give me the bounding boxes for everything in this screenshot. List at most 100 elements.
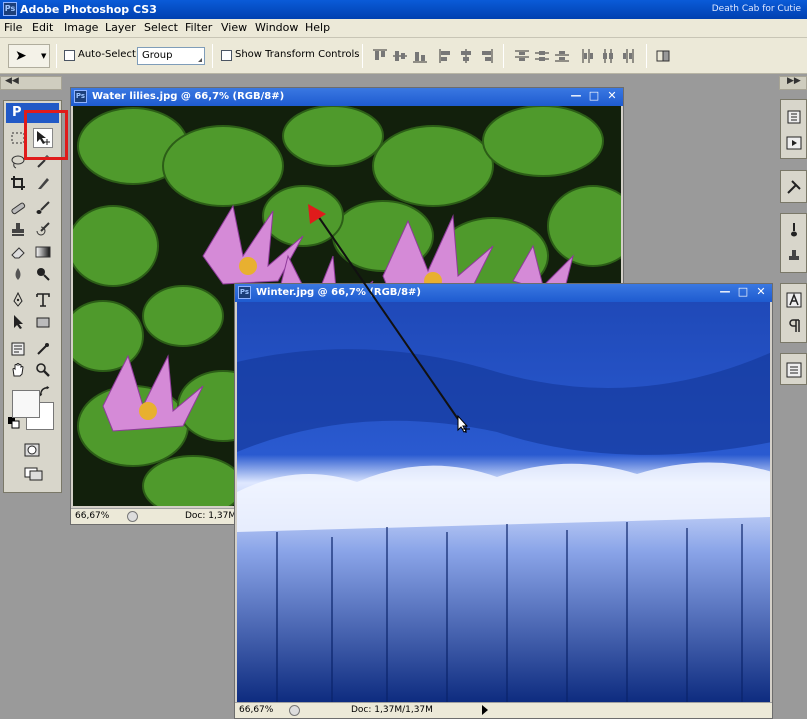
- clone-source-panel-button[interactable]: [784, 246, 804, 266]
- document-title: Winter.jpg @ 66,7% (RGB/8#): [256, 287, 421, 298]
- close-icon[interactable]: ✕: [754, 286, 768, 299]
- paragraph-panel-button[interactable]: [784, 316, 804, 336]
- maximize-icon[interactable]: □: [587, 90, 601, 103]
- distribute-top-icon[interactable]: [514, 48, 530, 64]
- healing-brush-tool[interactable]: [8, 198, 28, 218]
- character-icon: [786, 292, 802, 308]
- right-panel-group-tools: [780, 170, 807, 203]
- menu-view[interactable]: View: [221, 21, 247, 34]
- history-panel-button[interactable]: [784, 107, 804, 127]
- document-title-bar[interactable]: Ps Water lilies.jpg @ 66,7% (RGB/8#) — □…: [71, 88, 623, 106]
- distribute-vcenter-icon[interactable]: [534, 48, 550, 64]
- pen-tool[interactable]: [8, 290, 28, 310]
- menu-image[interactable]: Image: [64, 21, 98, 34]
- zoom-tool[interactable]: [33, 360, 53, 380]
- eraser-tool[interactable]: [8, 242, 28, 262]
- tool-preset-picker[interactable]: ➤ ▼: [8, 44, 50, 68]
- default-colors-icon[interactable]: [8, 417, 20, 429]
- dodge-tool[interactable]: [33, 264, 53, 284]
- type-tool[interactable]: [33, 290, 53, 310]
- distribute-right-icon[interactable]: [620, 48, 636, 64]
- menu-layer[interactable]: Layer: [105, 21, 136, 34]
- document-title-bar[interactable]: Ps Winter.jpg @ 66,7% (RGB/8#) — □ ✕: [235, 284, 772, 302]
- blur-tool[interactable]: [8, 264, 28, 284]
- status-play-icon[interactable]: [482, 705, 488, 715]
- notes-tool[interactable]: [8, 339, 28, 359]
- app-title: Adobe Photoshop CS3: [20, 3, 157, 16]
- show-transform-checkbox[interactable]: [221, 50, 232, 61]
- status-menu-icon[interactable]: [127, 511, 138, 522]
- slice-tool[interactable]: [33, 173, 53, 193]
- brush-tool[interactable]: [33, 198, 53, 218]
- window-right-title: Death Cab for Cutie: [711, 4, 801, 14]
- zoom-level[interactable]: 66,67%: [75, 511, 109, 521]
- crop-tool[interactable]: [8, 173, 28, 193]
- path-selection-tool[interactable]: [8, 312, 28, 332]
- auto-select-checkbox[interactable]: [64, 50, 75, 61]
- clone-stamp-tool[interactable]: [8, 219, 28, 239]
- zoom-level[interactable]: 66,67%: [239, 705, 273, 715]
- layer-comps-panel-button[interactable]: [784, 360, 804, 380]
- marquee-tool[interactable]: [8, 128, 28, 148]
- photoshop-doc-icon: Ps: [74, 90, 87, 103]
- document-window-winter[interactable]: Ps Winter.jpg @ 66,7% (RGB/8#) — □ ✕ 66,…: [234, 283, 773, 719]
- pen-icon: [13, 292, 23, 307]
- quick-mask-button[interactable]: [22, 440, 42, 460]
- auto-select-dropdown[interactable]: Group: [137, 47, 205, 65]
- magic-wand-icon: [37, 155, 49, 168]
- align-bottom-icon[interactable]: [412, 48, 428, 64]
- menu-window[interactable]: Window: [255, 21, 298, 34]
- menu-bar: File Edit Image Layer Select Filter View…: [0, 19, 807, 38]
- menu-help[interactable]: Help: [305, 21, 330, 34]
- align-hcenter-icon[interactable]: [458, 48, 474, 64]
- close-icon[interactable]: ✕: [605, 90, 619, 103]
- distribute-left-icon[interactable]: [580, 48, 596, 64]
- distribute-bottom-icon[interactable]: [554, 48, 570, 64]
- menu-file[interactable]: File: [4, 21, 22, 34]
- auto-align-layers-icon[interactable]: [655, 48, 671, 64]
- eyedropper-tool[interactable]: [33, 339, 53, 359]
- hand-tool[interactable]: [8, 360, 28, 380]
- swap-colors-icon[interactable]: [38, 385, 52, 399]
- menu-select[interactable]: Select: [144, 21, 178, 34]
- align-right-icon[interactable]: [478, 48, 494, 64]
- winter-forest-image: [237, 302, 770, 702]
- quick-mask-icon: [24, 443, 40, 457]
- tool-presets-panel-button[interactable]: [784, 177, 804, 197]
- menu-edit[interactable]: Edit: [32, 21, 53, 34]
- history-icon: [787, 110, 801, 124]
- title-bar: Ps Adobe Photoshop CS3 Death Cab for Cut…: [0, 0, 807, 19]
- dodge-icon: [37, 268, 50, 281]
- menu-filter[interactable]: Filter: [185, 21, 212, 34]
- maximize-icon[interactable]: □: [736, 286, 750, 299]
- screen-mode-button[interactable]: [22, 463, 46, 483]
- gradient-tool[interactable]: [33, 242, 53, 262]
- drop-icon: [15, 268, 21, 280]
- align-top-icon[interactable]: [372, 48, 388, 64]
- document-size-info: Doc: 1,37M/1,37M: [351, 705, 433, 715]
- minimize-icon[interactable]: —: [718, 286, 732, 299]
- document-size-info: Doc: 1,37M: [185, 511, 237, 521]
- play-icon: [786, 136, 802, 150]
- align-vcenter-icon[interactable]: [392, 48, 408, 64]
- status-menu-icon[interactable]: [289, 705, 300, 716]
- foreground-color-swatch[interactable]: [12, 390, 40, 418]
- rectangle-tool[interactable]: [33, 312, 53, 332]
- options-bar: ➤ ▼ Auto-Select: Group Show Transform Co…: [0, 38, 807, 74]
- minimize-icon[interactable]: —: [569, 90, 583, 103]
- distribute-hcenter-icon[interactable]: [600, 48, 616, 64]
- eraser-icon: [11, 247, 25, 259]
- winter-canvas[interactable]: [237, 302, 770, 702]
- lasso-tool[interactable]: [8, 152, 28, 172]
- character-panel-button[interactable]: [784, 290, 804, 310]
- actions-panel-button[interactable]: [784, 133, 804, 153]
- right-panel-collapse[interactable]: ▶▶: [779, 76, 807, 90]
- brushes-panel-button[interactable]: [784, 220, 804, 240]
- tools-panel-collapse[interactable]: ◀◀: [0, 76, 62, 90]
- move-tool[interactable]: [33, 128, 53, 148]
- magic-wand-tool[interactable]: [33, 152, 53, 172]
- brush-icon: [36, 201, 50, 214]
- type-icon: [36, 293, 50, 307]
- align-left-icon[interactable]: [438, 48, 454, 64]
- history-brush-tool[interactable]: [33, 219, 53, 239]
